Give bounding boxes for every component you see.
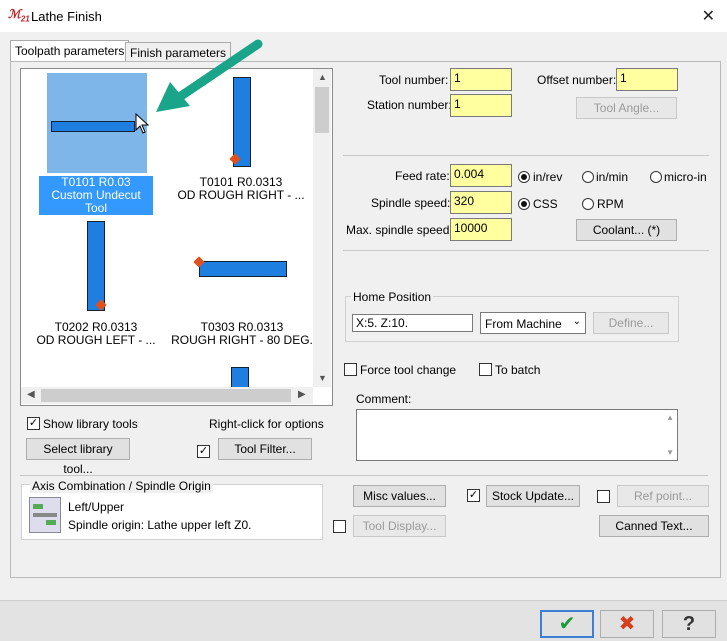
axis-combination-value: Left/Upper [68,500,125,514]
divider [343,155,709,156]
offset-number-label: Offset number: [537,73,617,87]
offset-number-field[interactable]: 1 [616,68,678,91]
scroll-thumb-horizontal[interactable] [41,389,291,402]
spindle-speed-label: Spindle speed: [371,196,451,210]
tool-filter-checkbox[interactable]: ✓ [197,445,210,458]
cursor-icon [135,113,150,134]
scroll-down-icon[interactable]: ▼ [318,373,327,383]
in-rev-radio[interactable] [518,171,530,183]
annotation-arrow-icon [156,39,263,112]
od-rough-left-tool-shape[interactable] [87,221,105,311]
scroll-up-icon[interactable]: ▲ [318,72,327,82]
divider [343,250,709,251]
axis-combination-label: Axis Combination / Spindle Origin [30,479,213,493]
force-tool-change-checkbox[interactable] [344,363,357,376]
feed-rate-label: Feed rate: [395,169,450,183]
checkmark-icon: ✔ [558,613,576,635]
scroll-up-icon[interactable]: ▲ [666,413,674,422]
tool-item-3-desc: OD ROUGH LEFT - ... [36,333,156,347]
horizontal-scrollbar[interactable]: ◀ ▶ [21,387,313,404]
tool-angle-button[interactable]: Tool Angle... [576,97,677,119]
select-library-tool-button[interactable]: Select library tool... [26,438,130,476]
show-library-tools-label: Show library tools [43,417,138,431]
max-spindle-speed-field[interactable]: 10000 [450,218,512,241]
close-icon[interactable]: ✕ [702,6,715,26]
css-label: CSS [533,197,558,211]
tool-number-label: Tool number: [379,73,449,87]
micro-in-label: micro-in [664,170,707,184]
tool-thumbnail-selected[interactable] [47,73,150,173]
cancel-button[interactable]: ✖ [600,610,654,638]
title-bar: ℳ21 Lathe Finish ✕ [0,0,727,32]
axis-combination-panel[interactable]: Axis Combination / Spindle Origin Left/U… [21,479,323,540]
scroll-thumb[interactable] [315,87,329,133]
window-title: Lathe Finish [31,9,102,24]
right-click-hint: Right-click for options [209,417,324,431]
spindle-speed-field[interactable]: 320 [450,191,512,214]
tool-list[interactable]: T0101 R0.03 Custom Undecut Tool T0101 R0… [20,68,333,406]
divider [20,475,708,476]
home-position-field[interactable]: X:5. Z:10. [352,314,473,332]
in-min-label: in/min [596,170,629,184]
stock-update-checkbox[interactable]: ✓ [467,489,480,502]
canned-text-button[interactable]: Canned Text... [599,515,709,537]
station-number-field[interactable]: 1 [450,94,512,117]
station-number-label: Station number: [367,98,452,112]
in-rev-label: in/rev [533,170,563,184]
scroll-left-icon[interactable]: ◀ [27,389,35,400]
help-button[interactable]: ? [662,610,716,638]
max-spindle-speed-label: Max. spindle speed: [346,223,453,237]
home-mode-value: From Machine [485,317,562,331]
comment-label: Comment: [356,392,412,406]
spindle-origin-value: Spindle origin: Lathe upper left Z0. [68,518,252,532]
rpm-radio[interactable] [582,198,594,210]
misc-values-button[interactable]: Misc values... [353,485,446,507]
in-min-radio[interactable] [582,171,594,183]
tab-toolpath-parameters[interactable]: Toolpath parameters [10,40,130,61]
stock-update-button[interactable]: Stock Update... [486,485,580,507]
scroll-down-icon[interactable]: ▼ [666,448,674,457]
tool-filter-button[interactable]: Tool Filter... [218,438,312,460]
mastercam-icon: ℳ21 [8,7,30,24]
cancel-x-icon: ✖ [618,613,636,635]
home-mode-dropdown[interactable]: From Machine ⌄ [480,312,586,334]
coolant-button[interactable]: Coolant... (*) [576,219,677,241]
to-batch-checkbox[interactable] [479,363,492,376]
ref-point-checkbox[interactable] [597,490,610,503]
ref-point-button[interactable]: Ref point... [617,485,709,507]
undercut-tool-shape [51,121,135,132]
scroll-right-icon[interactable]: ▶ [298,389,306,400]
tool-number-field[interactable]: 1 [450,68,512,91]
force-tool-change-label: Force tool change [360,363,457,377]
home-position-label: Home Position [351,290,434,304]
rpm-label: RPM [597,197,624,211]
lathe-orientation-icon [29,497,61,533]
chevron-down-icon: ⌄ [572,316,581,327]
tool-display-button[interactable]: Tool Display... [353,515,446,537]
to-batch-label: To batch [495,363,541,377]
show-library-tools-checkbox[interactable]: ✓ [27,417,40,430]
comment-textarea[interactable]: ▲ ▼ [356,409,678,461]
tool-item-3-caption[interactable]: T0202 R0.0313 OD ROUGH LEFT - ... [29,321,163,347]
define-button[interactable]: Define... [593,312,669,334]
tool-item-1-caption[interactable]: T0101 R0.03 Custom Undecut Tool [39,176,153,215]
ok-button[interactable]: ✔ [540,610,594,638]
feed-rate-field[interactable]: 0.004 [450,164,512,187]
css-radio[interactable] [518,198,530,210]
tool-item-4-caption[interactable]: T0303 R0.0313 ROUGH RIGHT - 80 DEG. [169,321,315,347]
help-icon: ? [682,613,696,635]
micro-in-radio[interactable] [650,171,662,183]
tool-item-1-desc: Custom Undecut Tool [51,188,141,215]
rough-right-80-tool-shape[interactable] [199,261,287,277]
tool-item-4-desc: ROUGH RIGHT - 80 DEG. [171,333,313,347]
vertical-scrollbar[interactable]: ▲ ▼ [313,69,331,387]
tool-display-checkbox[interactable] [333,520,346,533]
tool-item-2-desc: OD ROUGH RIGHT - ... [177,188,305,202]
tool-item-2-caption[interactable]: T0101 R0.0313 OD ROUGH RIGHT - ... [171,176,311,202]
